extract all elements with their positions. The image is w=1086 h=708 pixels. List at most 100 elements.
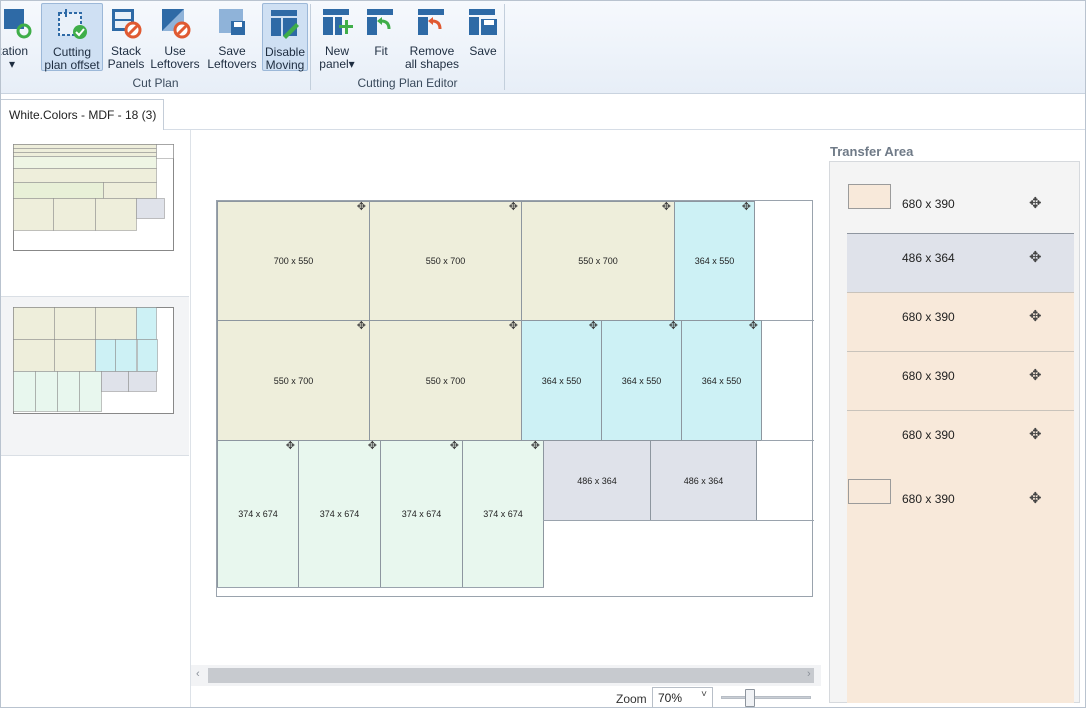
move-handle-icon[interactable]: ✥ (509, 321, 518, 332)
sheet-thumbnail-selected[interactable] (1, 296, 189, 456)
part-550x700[interactable]: 550 x 700 ✥ (369, 201, 522, 321)
zoom-value: 70% (658, 691, 683, 705)
part-364x550[interactable]: 364 x 550 ✥ (521, 320, 602, 441)
new-panel-button[interactable]: New panel▾ (315, 3, 359, 71)
save-button[interactable]: Save (464, 3, 502, 71)
sheet-panel: 700 x 550 ✥ 550 x 700 ✥ 550 x 700 ✥ 364 … (216, 200, 814, 597)
move-handle-icon[interactable]: ✥ (357, 202, 366, 213)
move-handle-icon[interactable]: ✥ (368, 441, 377, 452)
move-handle-icon[interactable]: ✥ (1029, 366, 1042, 384)
remove-shapes-icon (418, 9, 444, 35)
sheet-thumbnail[interactable] (1, 130, 189, 290)
part-dimensions: 374 x 674 (483, 509, 523, 519)
move-handle-icon[interactable]: ✥ (589, 321, 598, 332)
part-dimensions: 374 x 674 (319, 509, 360, 519)
part-dimensions: 486 x 364 (577, 475, 617, 486)
transfer-item[interactable]: 486 x 364 ✥ (847, 233, 1074, 292)
save-leftovers-icon (219, 9, 245, 35)
move-handle-icon[interactable]: ✥ (1029, 194, 1042, 212)
cutting-plan-editor-group-label: Cutting Plan Editor (357, 76, 458, 90)
part-dimensions: 550 x 700 (578, 256, 618, 266)
cutting-plan-offset-label: Cutting (52, 45, 92, 59)
tab-white-colors-mdf[interactable]: White.Colors - MDF - 18 (3) (1, 99, 164, 130)
part-486x364[interactable]: 486 x 364 (650, 440, 757, 521)
transfer-item[interactable]: 680 x 390 ✥ (847, 410, 1074, 469)
disable-moving-label: Disable (264, 45, 306, 59)
document-tab-bar: White.Colors - MDF - 18 (3) (1, 94, 1085, 130)
part-700x550[interactable]: 700 x 550 ✥ (217, 201, 370, 321)
new-panel-sublabel: panel▾ (319, 57, 355, 71)
move-handle-icon[interactable]: ✥ (742, 202, 751, 213)
transfer-item[interactable]: 680 x 390 ✥ (847, 469, 1074, 528)
scroll-right-icon[interactable]: › (807, 668, 811, 680)
part-374x674[interactable]: 374 x 674 ✥ (462, 440, 544, 588)
save-leftovers-button[interactable]: Save Leftovers (205, 3, 259, 71)
move-handle-icon[interactable]: ✥ (662, 202, 671, 213)
horizontal-scrollbar[interactable]: ‹ › (191, 665, 821, 686)
part-550x700[interactable]: 550 x 700 ✥ (521, 201, 675, 321)
transfer-item-label: 486 x 364 (902, 251, 955, 265)
zoom-slider-thumb[interactable] (745, 689, 755, 707)
save-label: Save (469, 44, 497, 58)
ribbon: zation ▾ Cutting plan offset Stack Pane (1, 1, 1085, 94)
optimization-button[interactable]: zation ▾ (1, 3, 37, 71)
move-handle-icon[interactable]: ✥ (1029, 307, 1042, 325)
optimization-label: zation (1, 44, 29, 58)
move-handle-icon[interactable]: ✥ (450, 441, 459, 452)
part-550x700[interactable]: 550 x 700 ✥ (369, 320, 522, 441)
cutting-offset-icon (58, 9, 87, 39)
new-panel-icon (323, 9, 353, 35)
part-364x550[interactable]: 364 x 550 ✥ (674, 201, 755, 321)
cut-line (217, 587, 544, 588)
sheet-thumbnail-preview (13, 307, 174, 414)
scrollbar-thumb[interactable] (208, 668, 814, 683)
part-dimensions: 374 x 674 (401, 509, 442, 519)
move-handle-icon[interactable]: ✥ (749, 321, 758, 332)
optimization-dropdown-icon: ▾ (8, 57, 16, 71)
remove-all-shapes-button[interactable]: Remove all shapes (403, 3, 461, 71)
stack-panels-button[interactable]: Stack Panels (105, 3, 147, 71)
chevron-down-icon: ˅ (701, 689, 707, 700)
part-374x674[interactable]: 374 x 674 ✥ (298, 440, 381, 588)
move-handle-icon[interactable]: ✥ (286, 441, 295, 452)
stack-panels-icon (112, 9, 142, 39)
part-364x550[interactable]: 364 x 550 ✥ (681, 320, 762, 441)
move-handle-icon[interactable]: ✥ (1029, 489, 1042, 507)
zoom-select[interactable]: 70% ˅ (652, 687, 713, 707)
disable-moving-button[interactable]: Disable Moving (262, 3, 308, 72)
transfer-item[interactable]: 680 x 390 ✥ (847, 292, 1074, 351)
part-dimensions: 700 x 550 (273, 256, 314, 266)
new-panel-label: New (324, 44, 349, 58)
fit-label: Fit (374, 44, 388, 58)
move-handle-icon[interactable]: ✥ (509, 202, 518, 213)
transfer-area-panel: 680 x 390 ✥ 486 x 364 ✥ 680 x 390 ✥ 680 … (829, 161, 1080, 703)
fit-button[interactable]: Fit (363, 3, 399, 71)
zoom-label: Zoom (616, 692, 647, 706)
transfer-item[interactable]: 680 x 390 ✥ (847, 351, 1074, 410)
move-handle-icon[interactable]: ✥ (531, 441, 540, 452)
cutting-plan-canvas[interactable]: 700 x 550 ✥ 550 x 700 ✥ 550 x 700 ✥ 364 … (191, 130, 821, 665)
scroll-left-icon[interactable]: ‹ (196, 668, 200, 680)
part-486x364[interactable]: 486 x 364 (543, 440, 651, 521)
part-dimensions: 364 x 550 (701, 375, 742, 386)
part-364x550[interactable]: 364 x 550 ✥ (601, 320, 682, 441)
use-leftovers-button[interactable]: Use Leftovers (149, 3, 201, 71)
move-handle-icon[interactable]: ✥ (357, 321, 366, 332)
part-dimensions: 550 x 700 (273, 375, 314, 386)
move-handle-icon[interactable]: ✥ (1029, 248, 1042, 266)
stack-panels-label: Stack (110, 44, 141, 58)
save-leftovers-label: Save (218, 44, 246, 58)
use-leftovers-label: Use (164, 44, 186, 58)
transfer-area-fill (847, 528, 1074, 703)
cutting-plan-offset-button[interactable]: Cutting plan offset (41, 3, 103, 72)
move-handle-icon[interactable]: ✥ (669, 321, 678, 332)
part-550x700[interactable]: 550 x 700 ✥ (217, 320, 370, 441)
zoom-slider-track[interactable] (721, 696, 811, 699)
transfer-item[interactable]: 680 x 390 ✥ (847, 174, 1074, 233)
transfer-item-label: 680 x 390 (902, 197, 955, 211)
move-handle-icon[interactable]: ✥ (1029, 425, 1042, 443)
part-374x674[interactable]: 374 x 674 ✥ (217, 440, 299, 588)
transfer-item-label: 680 x 390 (902, 310, 955, 324)
part-374x674[interactable]: 374 x 674 ✥ (380, 440, 463, 588)
part-dimensions: 364 x 550 (621, 375, 662, 386)
